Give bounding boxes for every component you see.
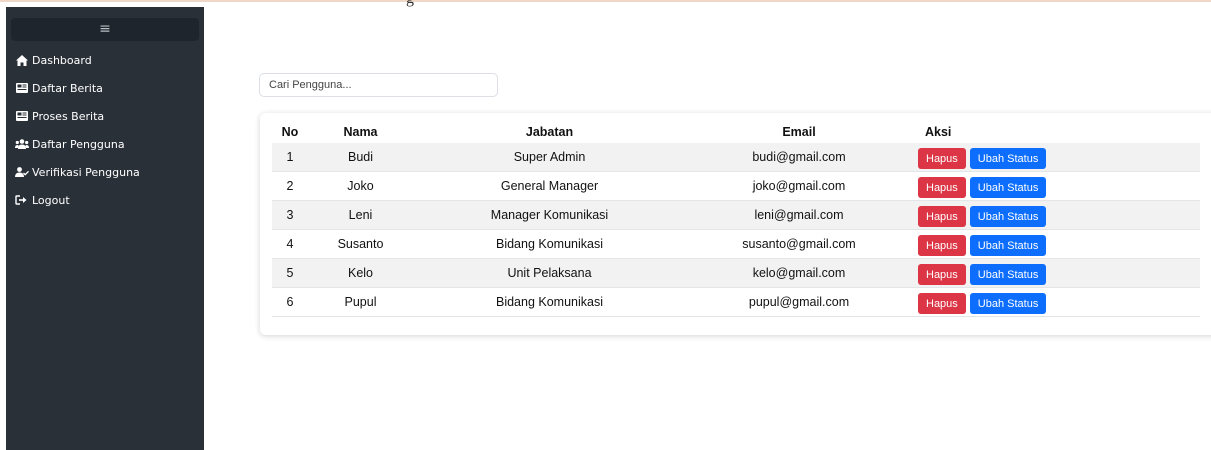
- sidebar-item-label: Daftar Pengguna: [32, 137, 125, 151]
- sidebar-menu: Dashboard Daftar Berita Proses Berita Da…: [14, 46, 202, 214]
- change-status-button[interactable]: Ubah Status: [969, 264, 1047, 285]
- table-row: 6 Pupul Bidang Komunikasi pupul@gmail.co…: [272, 288, 1200, 317]
- sidebar-toggle-button[interactable]: ≡: [11, 18, 199, 41]
- cell-nama: Susanto: [337, 237, 384, 251]
- sidebar-item-verifikasi-pengguna[interactable]: Verifikasi Pengguna: [14, 158, 202, 186]
- header-email: Email: [782, 124, 816, 139]
- delete-button[interactable]: Hapus: [918, 264, 966, 285]
- change-status-button[interactable]: Ubah Status: [969, 235, 1047, 256]
- search-input[interactable]: [259, 73, 498, 97]
- newspaper-icon: [14, 111, 29, 121]
- cell-aksi: Hapus Ubah Status: [912, 290, 1200, 314]
- cell-email: leni@gmail.com: [754, 208, 844, 222]
- top-border: [0, 0, 1211, 2]
- sidebar-item-label: Proses Berita: [32, 109, 105, 123]
- delete-button[interactable]: Hapus: [918, 293, 966, 314]
- cell-nama: Joko: [347, 179, 374, 193]
- user-check-icon: [14, 167, 29, 177]
- header-jabatan: Jabatan: [525, 124, 574, 139]
- cell-no: 4: [286, 237, 294, 251]
- change-status-button[interactable]: Ubah Status: [969, 177, 1047, 198]
- table-row: 3 Leni Manager Komunikasi leni@gmail.com…: [272, 201, 1200, 230]
- sidebar-item-label: Verifikasi Pengguna: [32, 165, 140, 179]
- cell-nama: Leni: [348, 208, 373, 222]
- cell-email: joko@gmail.com: [752, 179, 846, 193]
- users-icon: [14, 139, 29, 149]
- cell-nama: Budi: [347, 150, 374, 164]
- cell-email: susanto@gmail.com: [742, 237, 856, 251]
- sidebar-item-label: Dashboard: [32, 53, 92, 67]
- cell-no: 5: [286, 266, 294, 280]
- cell-no: 6: [286, 295, 294, 309]
- cell-aksi: Hapus Ubah Status: [912, 174, 1200, 198]
- sidebar-item-proses-berita[interactable]: Proses Berita: [14, 102, 202, 130]
- cell-no: 1: [286, 150, 294, 164]
- cell-aksi: Hapus Ubah Status: [912, 145, 1200, 169]
- cell-email: kelo@gmail.com: [752, 266, 846, 280]
- sidebar-item-daftar-pengguna[interactable]: Daftar Pengguna: [14, 130, 202, 158]
- cell-email: budi@gmail.com: [752, 150, 846, 164]
- header-nama: Nama: [343, 124, 378, 139]
- cell-jabatan: General Manager: [500, 179, 599, 193]
- table-row: 2 Joko General Manager joko@gmail.com Ha…: [272, 172, 1200, 201]
- delete-button[interactable]: Hapus: [918, 177, 966, 198]
- cell-aksi: Hapus Ubah Status: [912, 261, 1200, 285]
- sidebar: ≡ Dashboard Daftar Berita Proses Berita …: [6, 7, 204, 450]
- users-table-card: No Nama Jabatan Email Aksi 1 Budi Super …: [260, 113, 1211, 335]
- header-no: No: [281, 124, 299, 139]
- change-status-button[interactable]: Ubah Status: [969, 293, 1047, 314]
- header-aksi: Aksi: [925, 124, 952, 139]
- cell-nama: Pupul: [344, 295, 377, 309]
- delete-button[interactable]: Hapus: [918, 206, 966, 227]
- cell-jabatan: Bidang Komunikasi: [495, 237, 603, 251]
- sidebar-item-label: Logout: [32, 193, 70, 207]
- delete-button[interactable]: Hapus: [918, 148, 966, 169]
- delete-button[interactable]: Hapus: [918, 235, 966, 256]
- cell-jabatan: Manager Komunikasi: [490, 208, 609, 222]
- change-status-button[interactable]: Ubah Status: [969, 148, 1047, 169]
- cell-jabatan: Unit Pelaksana: [507, 266, 592, 280]
- cell-aksi: Hapus Ubah Status: [912, 232, 1200, 256]
- home-icon: [14, 54, 29, 66]
- table-row: 1 Budi Super Admin budi@gmail.com Hapus …: [272, 143, 1200, 172]
- sidebar-item-daftar-berita[interactable]: Daftar Berita: [14, 74, 202, 102]
- sidebar-item-dashboard[interactable]: Dashboard: [14, 46, 202, 74]
- cell-nama: Kelo: [347, 266, 374, 280]
- logout-icon: [14, 195, 29, 205]
- table-row: 4 Susanto Bidang Komunikasi susanto@gmai…: [272, 230, 1200, 259]
- table-header: No Nama Jabatan Email Aksi: [272, 120, 1200, 143]
- cell-jabatan: Super Admin: [513, 150, 586, 164]
- cell-no: 3: [286, 208, 294, 222]
- sidebar-item-label: Daftar Berita: [32, 81, 103, 95]
- newspaper-icon: [14, 83, 29, 93]
- change-status-button[interactable]: Ubah Status: [969, 206, 1047, 227]
- top-heading-fragment: g: [406, 0, 414, 8]
- cell-no: 2: [286, 179, 294, 193]
- cell-jabatan: Bidang Komunikasi: [495, 295, 603, 309]
- cell-aksi: Hapus Ubah Status: [912, 203, 1200, 227]
- table-row: 5 Kelo Unit Pelaksana kelo@gmail.com Hap…: [272, 259, 1200, 288]
- sidebar-item-logout[interactable]: Logout: [14, 186, 202, 214]
- cell-email: pupul@gmail.com: [748, 295, 850, 309]
